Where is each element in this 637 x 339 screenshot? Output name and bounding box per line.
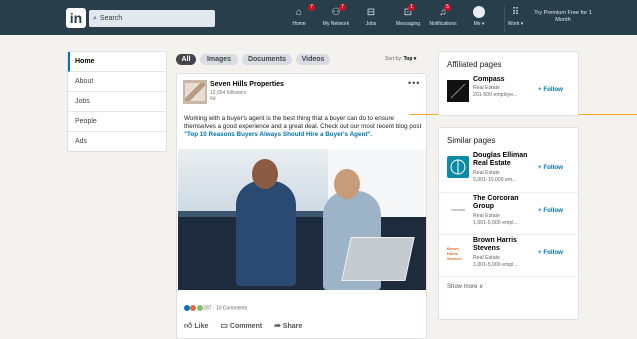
reactions-summary[interactable]: 287 · 10 Comments	[184, 305, 247, 311]
like-button[interactable]: 👍︎ Like	[184, 321, 208, 331]
entity-industry: Real Estate	[473, 85, 500, 91]
entity-industry: Real Estate	[473, 170, 500, 176]
grid-icon: ⠿	[511, 7, 520, 18]
nav-notifications[interactable]: ♫ 5 Notifications	[425, 4, 461, 32]
entity-name[interactable]: Brown Harris Stevens	[473, 237, 533, 253]
entity-size: 5,001-10,000 em...	[473, 177, 517, 183]
post-image[interactable]	[178, 149, 426, 290]
entity-name[interactable]: Compass	[473, 76, 533, 84]
filter-images[interactable]: Images	[200, 54, 238, 65]
corcoran-logo[interactable]: corcoran	[447, 199, 469, 221]
share-icon: ➦	[274, 321, 281, 330]
like-reaction-icon	[184, 305, 190, 311]
comment-button[interactable]: ▭ Comment	[220, 321, 262, 330]
filter-videos[interactable]: Videos	[296, 54, 330, 65]
post-actions: 👍︎ Like ▭ Comment ➦ Share	[184, 321, 312, 331]
leftnav-people[interactable]: People	[68, 112, 166, 132]
nav-work-label: Work ▾	[507, 21, 524, 27]
feed-post: Seven Hills Properties 12,054 followers …	[176, 73, 427, 339]
nav-home[interactable]: ⌂ 7 Home	[289, 4, 315, 32]
filter-documents[interactable]: Documents	[242, 54, 292, 65]
company-page-nav: Home About Jobs People Ads	[67, 51, 167, 152]
leftnav-home[interactable]: Home	[68, 52, 166, 72]
company-name[interactable]: Seven Hills Properties	[210, 81, 284, 88]
similar-entity: Douglas Elliman Real Estate Real Estate …	[439, 150, 578, 192]
nav-me-label: Me ▾	[473, 21, 485, 27]
sort-dropdown[interactable]: Sort by: Top ▾	[385, 56, 416, 62]
post-link[interactable]: "Top 10 Reasons Buyers Always Should Hir…	[184, 131, 372, 138]
entity-industry: Real Estate	[473, 213, 500, 219]
leftnav-ads[interactable]: Ads	[68, 132, 166, 152]
search-icon: ⌕	[93, 15, 97, 22]
entity-size: 1,001-5,000 empl...	[473, 262, 518, 268]
like-label: Like	[194, 323, 209, 330]
nav-network-label: My Network	[322, 21, 350, 27]
nav-jobs[interactable]: ⊟ Jobs	[362, 6, 380, 32]
post-text: Working with a buyer's agent is the best…	[184, 115, 424, 139]
jobs-icon: ⊟	[366, 7, 376, 18]
company-logo[interactable]	[183, 80, 207, 104]
love-reaction-icon	[190, 305, 197, 311]
nav-jobs-label: Jobs	[365, 21, 377, 27]
nav-home-label: Home	[292, 21, 306, 27]
reactions-count: 287 · 10 Comments	[203, 305, 248, 312]
nav-me[interactable]: Me ▾	[470, 6, 488, 32]
show-more-button[interactable]: Show more ∨	[439, 276, 578, 296]
similar-entity: Brown Harris Stevens Brown Harris Steven…	[439, 234, 578, 276]
premium-link[interactable]: Try Premium Free for 1 Month	[533, 10, 593, 24]
follow-button[interactable]: + Follow	[538, 86, 563, 93]
entity-size: 1,001-5,000 empl...	[473, 220, 518, 226]
nav-messaging[interactable]: ⊡ 1 Messaging	[393, 4, 423, 32]
filter-all[interactable]: All	[176, 54, 196, 65]
linkedin-logo[interactable]: in	[66, 8, 86, 28]
bell-icon: ♫ 5	[425, 4, 461, 19]
similar-pages-title: Similar pages	[447, 136, 496, 145]
search-placeholder: Search	[99, 15, 123, 22]
nav-my-network[interactable]: ⚇ 7 My Network	[318, 4, 354, 32]
nav-messaging-label: Messaging	[395, 21, 421, 27]
comment-label: Comment	[229, 323, 263, 330]
share-button[interactable]: ➦ Share	[274, 321, 302, 330]
post-age: 6d	[210, 96, 216, 102]
messaging-icon: ⊡ 1	[393, 4, 423, 19]
top-nav: in ⌕ Search ⌂ 7 Home ⚇ 7 My Network ⊟ Jobs …	[0, 0, 637, 35]
nav-work[interactable]: ⠿ Work ▾	[504, 6, 524, 32]
comment-icon: ▭	[220, 321, 228, 330]
affiliated-pages-panel: Affiliated pages Compass Real Estate 201…	[438, 51, 579, 116]
home-badge: 7	[308, 4, 315, 11]
network-icon: ⚇ 7	[318, 4, 354, 19]
entity-size: 201-500 employe...	[473, 92, 518, 98]
network-badge: 7	[339, 4, 346, 11]
compass-logo[interactable]	[447, 80, 469, 102]
entity-industry: Real Estate	[473, 255, 500, 261]
thumbs-up-icon: 👍︎	[184, 321, 193, 330]
leftnav-about[interactable]: About	[68, 72, 166, 92]
post-body: Working with a buyer's agent is the best…	[184, 115, 422, 130]
nav-notifications-label: Notifications	[429, 21, 457, 27]
sort-value: Top ▾	[403, 56, 417, 62]
similar-pages-panel: Similar pages Douglas Elliman Real Estat…	[438, 127, 579, 320]
sort-label: Sort by:	[385, 56, 403, 62]
company-meta: 12,054 followers 6d	[210, 90, 246, 102]
avatar-icon	[470, 6, 488, 19]
home-icon: ⌂ 7	[289, 4, 315, 19]
celebrate-reaction-icon	[196, 305, 203, 311]
entity-name[interactable]: The Corcoran Group	[473, 195, 533, 211]
douglas-elliman-logo[interactable]	[447, 156, 469, 178]
search-input[interactable]: ⌕ Search	[89, 10, 215, 27]
leftnav-jobs[interactable]: Jobs	[68, 92, 166, 112]
more-options-icon[interactable]: •••	[408, 78, 420, 88]
follow-button[interactable]: + Follow	[538, 164, 563, 171]
entity-name[interactable]: Douglas Elliman Real Estate	[473, 152, 533, 168]
affiliated-pages-title: Affiliated pages	[447, 60, 502, 69]
messaging-badge: 1	[408, 4, 415, 11]
follow-button[interactable]: + Follow	[538, 249, 563, 256]
share-label: Share	[282, 323, 303, 330]
follow-button[interactable]: + Follow	[538, 207, 563, 214]
affiliated-entity: Compass Real Estate 201-500 employe... +…	[439, 74, 578, 112]
similar-entity: corcoran The Corcoran Group Real Estate …	[439, 192, 578, 234]
brown-harris-stevens-logo[interactable]: Brown Harris Stevens	[447, 241, 469, 263]
notifications-badge: 5	[444, 4, 451, 11]
